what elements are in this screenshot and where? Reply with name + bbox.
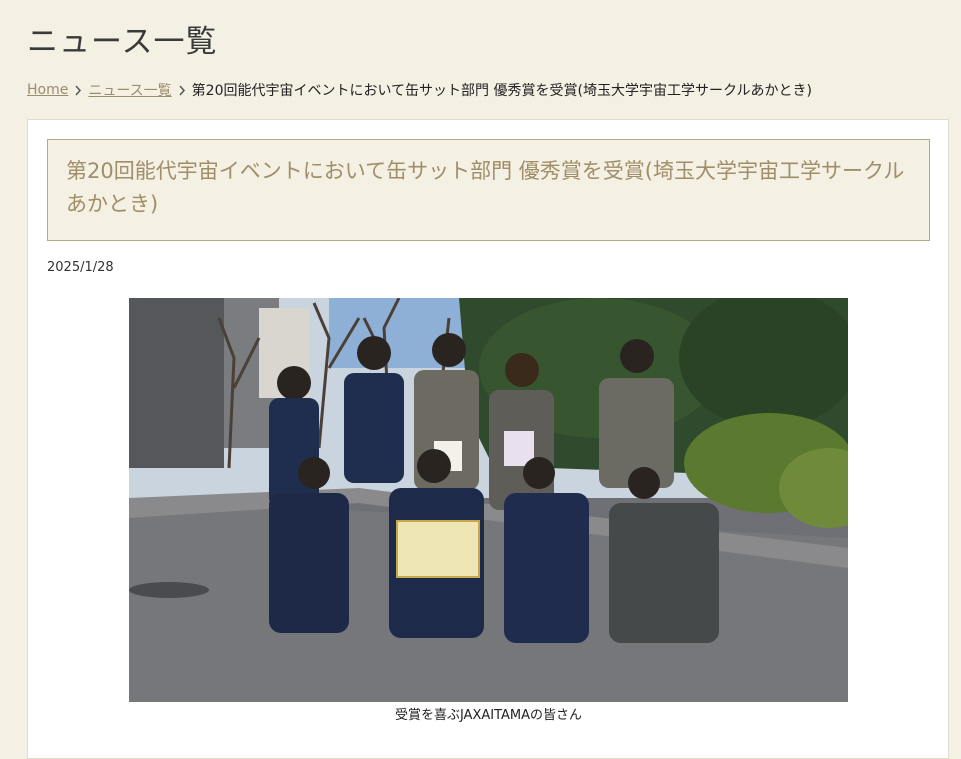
page-heading: ニュース一覧	[27, 24, 218, 60]
breadcrumb-news-list-link[interactable]: ニュース一覧	[88, 80, 171, 100]
breadcrumb-current: 第20回能代宇宙イベントにおいて缶サット部門 優秀賞を受賞(埼玉大学宇宙工学サー…	[191, 83, 813, 99]
article-title-box: 第20回能代宇宙イベントにおいて缶サット部門 優秀賞を受賞(埼玉大学宇宙工学サー…	[47, 139, 930, 241]
breadcrumb-home-link[interactable]: Home	[27, 82, 68, 98]
breadcrumb: Home ニュース一覧 第20回能代宇宙イベントにおいて缶サット部門 優秀賞を受…	[27, 80, 812, 100]
article-date: 2025/1/28	[47, 260, 114, 275]
article-card: 第20回能代宇宙イベントにおいて缶サット部門 優秀賞を受賞(埼玉大学宇宙工学サー…	[27, 119, 949, 759]
photo-caption: 受賞を喜ぶJAXAITAMAの皆さん	[394, 708, 583, 723]
group-photo	[129, 298, 848, 702]
chevron-right-icon	[68, 85, 88, 96]
chevron-right-icon	[172, 85, 192, 96]
article-title: 第20回能代宇宙イベントにおいて缶サット部門 優秀賞を受賞(埼玉大学宇宙工学サー…	[66, 159, 905, 216]
